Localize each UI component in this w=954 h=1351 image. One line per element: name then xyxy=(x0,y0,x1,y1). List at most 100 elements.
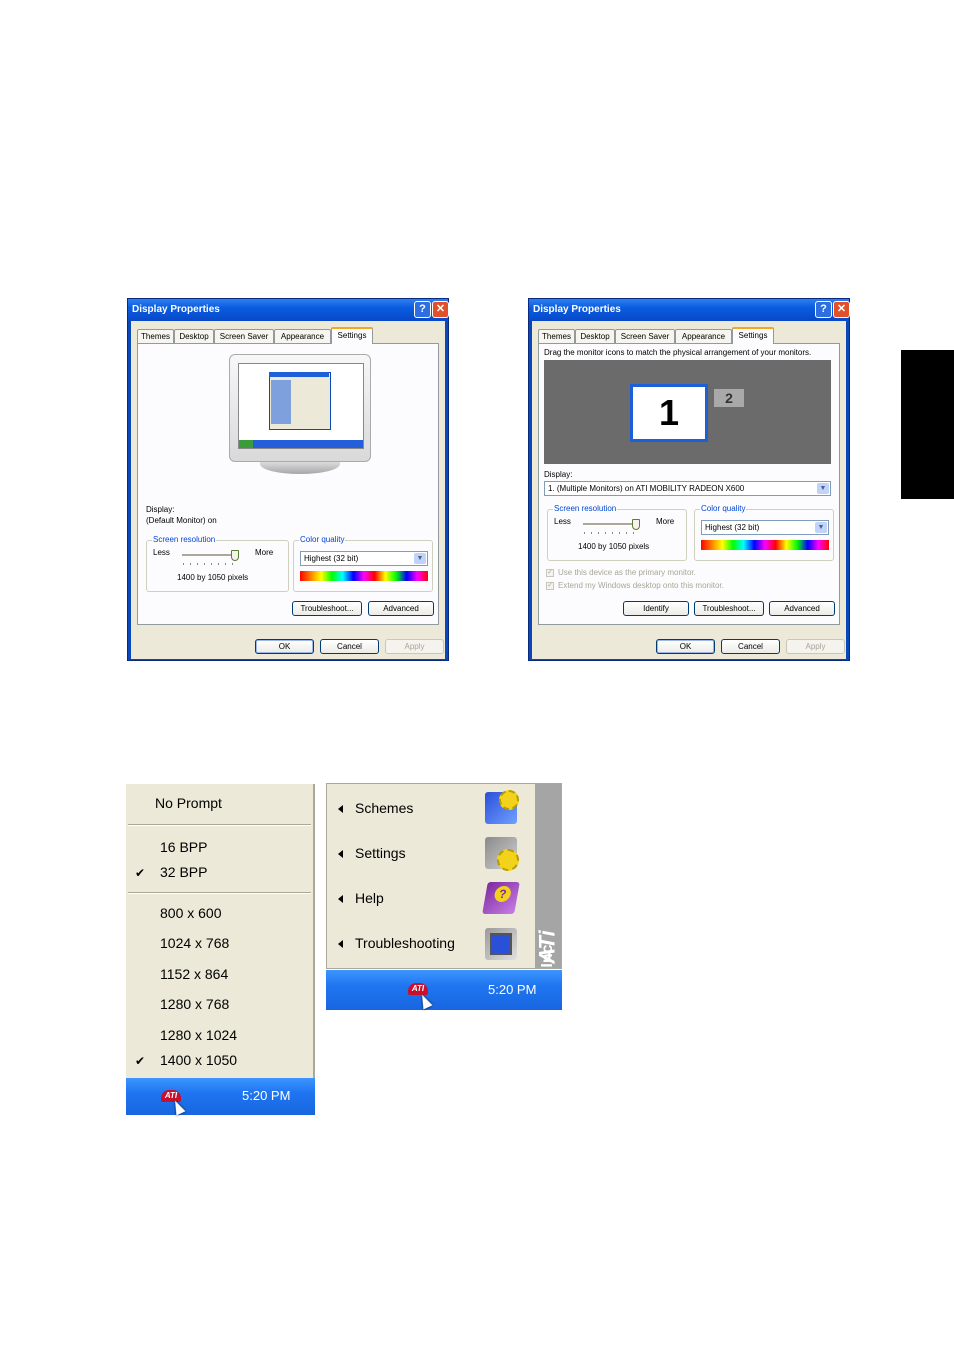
taskbar-tray: ATI 5:20 PM xyxy=(326,970,562,1010)
help-book-icon: ? xyxy=(482,882,520,914)
troubleshoot-button[interactable]: Troubleshoot... xyxy=(694,601,764,616)
resolution-slider-thumb[interactable] xyxy=(231,550,239,561)
menu-item-1280x1024[interactable]: 1280 x 1024 xyxy=(160,1027,237,1043)
monitor-2-icon[interactable]: 2 xyxy=(713,388,745,408)
monitor-preview xyxy=(229,354,371,462)
menu-separator xyxy=(128,892,311,894)
menu-item-16bpp[interactable]: 16 BPP xyxy=(160,839,207,855)
display-label: Display: xyxy=(146,505,175,514)
color-quality-value: Highest (32 bit) xyxy=(304,554,359,563)
color-quality-label: Color quality xyxy=(700,504,747,513)
title-bar: Display Properties ? ✕ xyxy=(529,299,850,321)
cancel-button[interactable]: Cancel xyxy=(320,639,379,654)
menu-item-schemes[interactable]: Schemes xyxy=(355,800,413,816)
color-quality-value: Highest (32 bit) xyxy=(705,523,760,532)
primary-monitor-label: Use this device as the primary monitor. xyxy=(558,568,696,577)
display-properties-dialog-multi: Display Properties ? ✕ Themes Desktop Sc… xyxy=(528,298,850,661)
tab-screen-saver[interactable]: Screen Saver xyxy=(615,329,675,343)
monitor-1-icon[interactable]: 1 xyxy=(630,384,708,442)
display-select[interactable]: 1. (Multiple Monitors) on ATI MOBILITY R… xyxy=(544,481,831,496)
chevron-down-icon: ▼ xyxy=(414,553,426,564)
apply-button[interactable]: Apply xyxy=(786,639,845,654)
menu-item-1400x1050[interactable]: 1400 x 1050 xyxy=(160,1052,237,1068)
display-select-value: 1. (Multiple Monitors) on ATI MOBILITY R… xyxy=(548,484,745,493)
tab-screen-saver[interactable]: Screen Saver xyxy=(214,329,274,343)
tab-appearance[interactable]: Appearance xyxy=(274,329,331,343)
more-label: More xyxy=(656,517,675,526)
tab-desktop[interactable]: Desktop xyxy=(575,329,615,343)
extend-desktop-checkbox[interactable]: ✓ xyxy=(546,582,554,590)
menu-item-800x600[interactable]: 800 x 600 xyxy=(160,905,222,921)
advanced-button[interactable]: Advanced xyxy=(769,601,835,616)
submenu-arrow-icon xyxy=(338,940,343,948)
menu-item-settings[interactable]: Settings xyxy=(355,845,406,861)
resolution-slider-track xyxy=(583,523,638,526)
tab-desktop[interactable]: Desktop xyxy=(174,329,214,343)
advanced-button[interactable]: Advanced xyxy=(368,601,434,616)
resolution-slider-ticks xyxy=(183,563,238,565)
ok-button[interactable]: OK xyxy=(255,639,314,654)
submenu-arrow-icon xyxy=(338,850,343,858)
mouse-cursor-icon xyxy=(170,1098,186,1116)
less-label: Less xyxy=(554,517,571,526)
color-quality-group: Color quality Highest (32 bit) ▼ xyxy=(694,504,834,561)
menu-item-help[interactable]: Help xyxy=(355,890,384,906)
screen-resolution-group: Screen resolution Less More 1400 by 1050… xyxy=(547,504,687,561)
tab-appearance[interactable]: Appearance xyxy=(675,329,732,343)
menu-item-troubleshooting[interactable]: Troubleshooting xyxy=(355,935,455,951)
tab-settings[interactable]: Settings xyxy=(732,327,774,344)
arrangement-instruction: Drag the monitor icons to match the phys… xyxy=(544,348,812,357)
monitor-arrangement-area: 1 2 xyxy=(544,360,831,464)
resolution-slider-thumb[interactable] xyxy=(632,519,640,530)
menu-item-1280x768[interactable]: 1280 x 768 xyxy=(160,996,229,1012)
help-button[interactable]: ? xyxy=(414,301,431,318)
display-label: Display: xyxy=(544,470,573,479)
chevron-down-icon: ▼ xyxy=(817,483,829,494)
close-button[interactable]: ✕ xyxy=(432,301,449,318)
menu-item-32bpp[interactable]: 32 BPP xyxy=(160,864,207,880)
identify-button[interactable]: Identify xyxy=(623,601,689,616)
menu-item-no-prompt[interactable]: No Prompt xyxy=(155,795,222,811)
resolution-slider-track xyxy=(182,554,237,557)
color-quality-select[interactable]: Highest (32 bit) ▼ xyxy=(701,520,829,535)
help-button[interactable]: ? xyxy=(815,301,832,318)
dialog-body: Themes Desktop Screen Saver Appearance S… xyxy=(532,321,846,659)
troubleshoot-button[interactable]: Troubleshoot... xyxy=(292,601,362,616)
resolution-slider-ticks xyxy=(584,532,639,534)
less-label: Less xyxy=(153,548,170,557)
settings-gear-icon xyxy=(485,837,519,871)
monitor-stand xyxy=(260,462,340,474)
cancel-button[interactable]: Cancel xyxy=(721,639,780,654)
tray-clock: 5:20 PM xyxy=(242,1088,291,1103)
ati-resolution-menu: No Prompt 16 BPP ✔ 32 BPP 800 x 600 1024… xyxy=(126,784,315,1078)
close-button[interactable]: ✕ xyxy=(833,301,850,318)
schemes-gear-icon xyxy=(485,790,519,824)
monitor-screen xyxy=(238,363,364,449)
settings-panel: Drag the monitor icons to match the phys… xyxy=(538,343,840,625)
taskbar-tray: ATI 5:20 PM xyxy=(126,1078,315,1116)
screen-resolution-label: Screen resolution xyxy=(152,535,217,544)
extend-desktop-label: Extend my Windows desktop onto this moni… xyxy=(558,581,724,590)
tab-themes[interactable]: Themes xyxy=(538,329,575,343)
ok-button[interactable]: OK xyxy=(656,639,715,654)
banner-ati-logo: ATi xyxy=(534,930,560,964)
submenu-arrow-icon xyxy=(338,805,343,813)
color-spectrum-bar xyxy=(300,571,428,581)
tray-clock: 5:20 PM xyxy=(488,982,537,997)
screen-resolution-label: Screen resolution xyxy=(553,504,618,513)
ati-main-menu: Schemes Settings Help ? Troubleshooting … xyxy=(326,783,562,1074)
dialog-title: Display Properties xyxy=(132,304,220,315)
tab-settings[interactable]: Settings xyxy=(331,327,373,344)
menu-item-1152x864[interactable]: 1152 x 864 xyxy=(160,966,228,982)
color-spectrum-bar xyxy=(701,540,829,550)
submenu-arrow-icon xyxy=(338,895,343,903)
checkmark-icon: ✔ xyxy=(135,866,146,880)
tab-themes[interactable]: Themes xyxy=(137,329,174,343)
menu-item-1024x768[interactable]: 1024 x 768 xyxy=(160,935,229,951)
resolution-text: 1400 by 1050 pixels xyxy=(578,542,650,551)
color-quality-select[interactable]: Highest (32 bit) ▼ xyxy=(300,551,428,566)
apply-button[interactable]: Apply xyxy=(385,639,444,654)
primary-monitor-checkbox[interactable]: ✓ xyxy=(546,569,554,577)
checkmark-icon: ✔ xyxy=(135,1054,146,1068)
more-label: More xyxy=(255,548,274,557)
